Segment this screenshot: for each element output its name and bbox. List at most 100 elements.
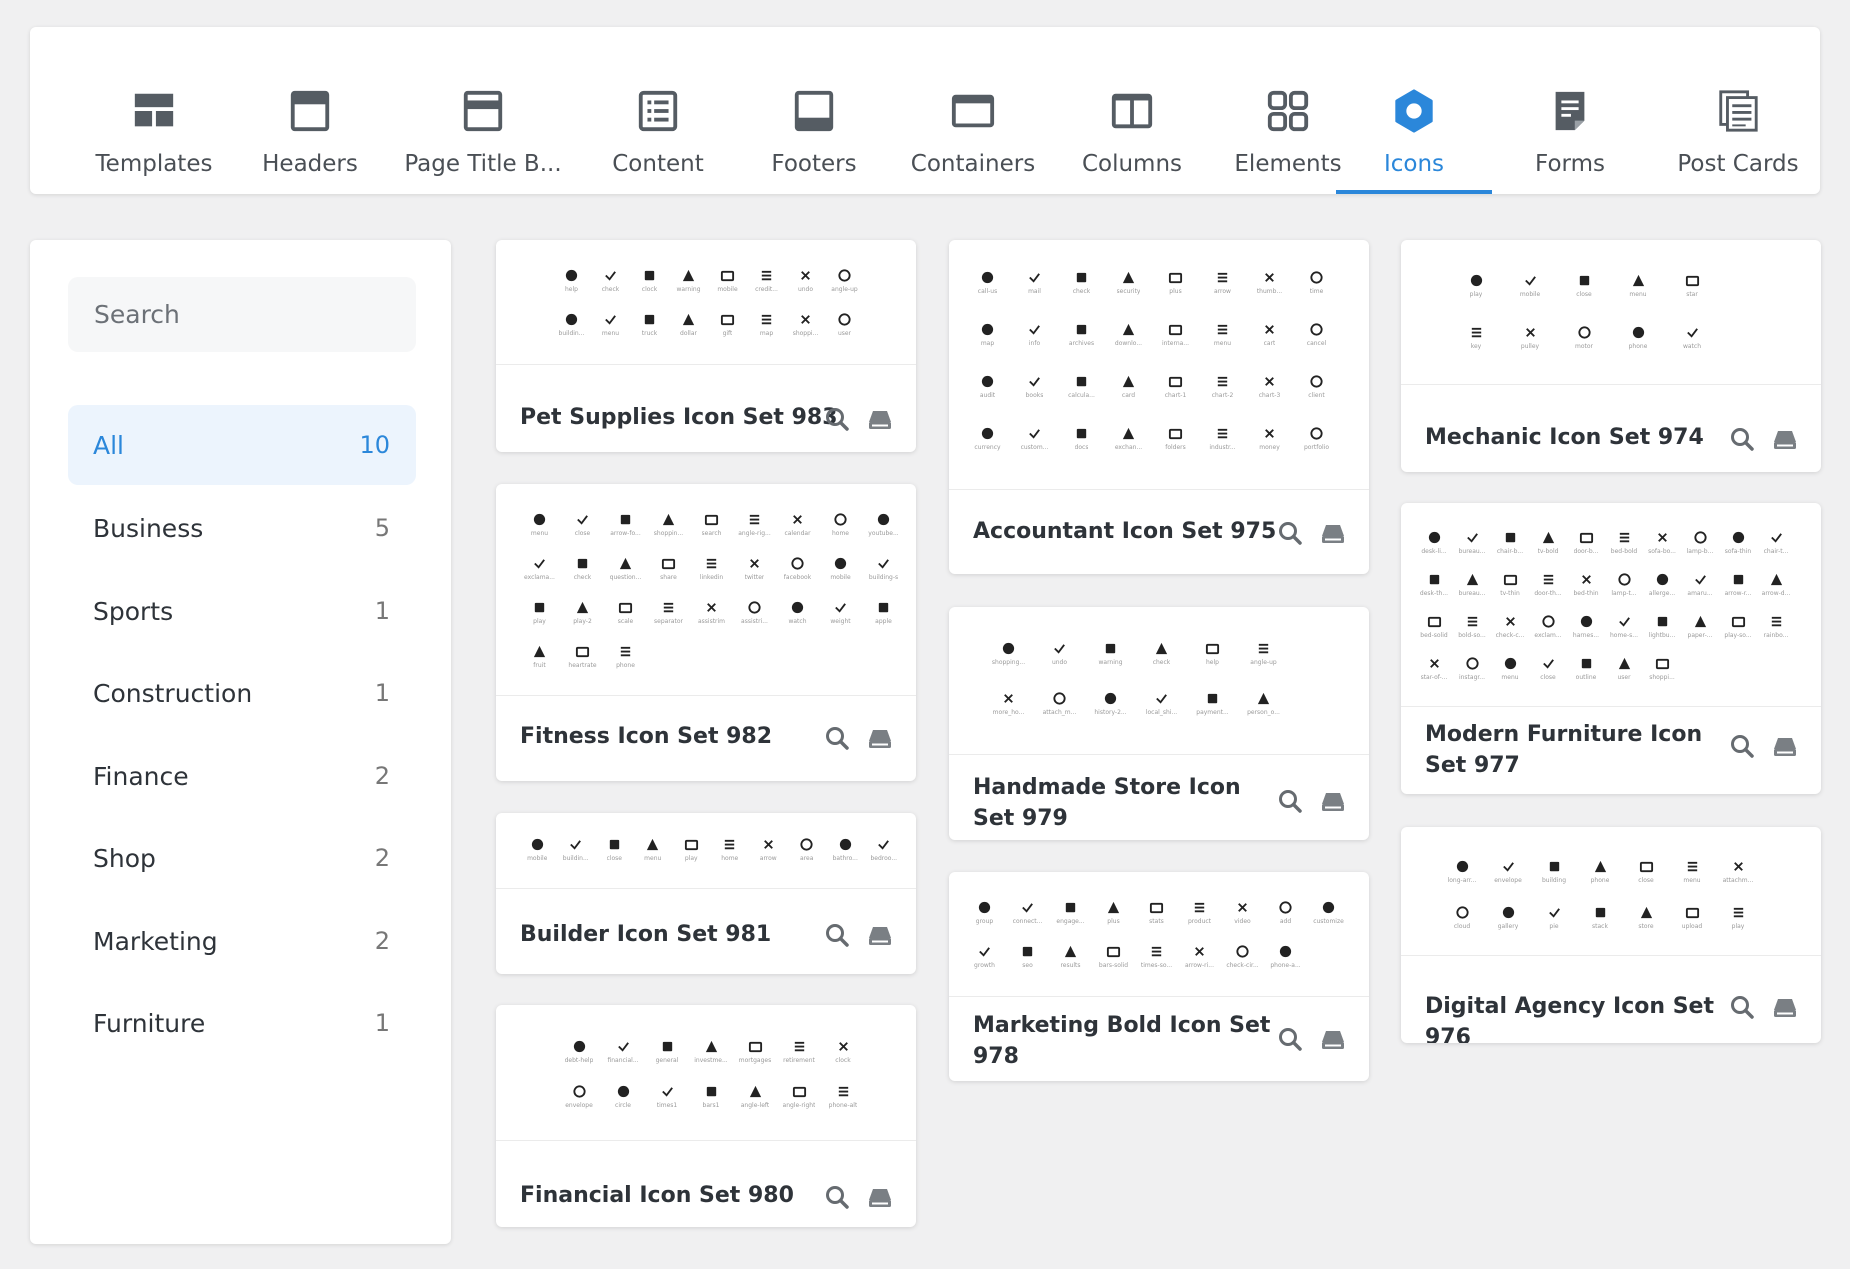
- glyph-icon: [1022, 946, 1033, 957]
- import-icon[interactable]: [1318, 1024, 1348, 1054]
- preview-glyph: phone-a...: [1264, 944, 1307, 988]
- preview-grid: desk-li... bureau... chair-b... tv-bold door…: [1415, 530, 1795, 698]
- category-marketing[interactable]: Marketing 2: [68, 901, 416, 981]
- glyph-icon: [1265, 273, 1274, 282]
- import-icon[interactable]: [865, 723, 895, 753]
- preview-search-icon[interactable]: [1275, 786, 1305, 816]
- icon-set-card-accountant[interactable]: call-us mail check security plus arrow thumb..…: [949, 240, 1369, 574]
- glyph-label: attachm...: [1722, 877, 1754, 884]
- preview-search-icon[interactable]: [1727, 731, 1757, 761]
- tab-page-title-bars[interactable]: Page Title B...: [404, 27, 562, 194]
- category-shop[interactable]: Shop 2: [68, 818, 416, 898]
- tab-containers[interactable]: Containers: [893, 27, 1053, 194]
- tab-headers[interactable]: Headers: [232, 27, 388, 194]
- import-icon[interactable]: [1770, 992, 1800, 1022]
- category-business[interactable]: Business 5: [68, 488, 416, 568]
- import-icon[interactable]: [1770, 424, 1800, 454]
- glyph-label: chart-2: [1211, 392, 1234, 399]
- glyph-icon: [565, 313, 578, 326]
- glyph-label: growth: [974, 962, 995, 969]
- icon-set-card-builder[interactable]: mobile buildin... close menu play home arrow ar…: [496, 813, 916, 974]
- glyph-icon: [1217, 428, 1228, 439]
- icon-set-card-marketing-bold[interactable]: group connect... engage... plus stats product…: [949, 872, 1369, 1081]
- glyph-label: security: [1116, 288, 1141, 295]
- glyph-label: card: [1121, 392, 1136, 399]
- tab-columns[interactable]: Columns: [1054, 27, 1210, 194]
- preview-search-icon[interactable]: [1727, 424, 1757, 454]
- glyph-icon: [1686, 328, 1698, 338]
- glyph-label: video: [1234, 918, 1251, 925]
- tab-post-cards[interactable]: Post Cards: [1650, 27, 1826, 194]
- glyph-label: payment...: [1196, 709, 1229, 716]
- glyph-icon: [565, 269, 578, 282]
- preview-search-icon[interactable]: [1727, 992, 1757, 1022]
- preview-glyph: close: [595, 837, 634, 881]
- import-icon[interactable]: [1318, 518, 1348, 548]
- preview-glyph: menu: [1611, 273, 1665, 325]
- preview-glyph: question...: [604, 556, 647, 600]
- icon-set-card-handmade-store[interactable]: shopping... undo warning check help angle-up m…: [949, 607, 1369, 840]
- preview-search-icon[interactable]: [822, 723, 852, 753]
- preview-glyph: call-us: [964, 270, 1011, 322]
- preview-search-icon[interactable]: [1275, 518, 1305, 548]
- tab-icons[interactable]: Icons: [1336, 27, 1492, 194]
- preview-glyph: payment...: [1187, 691, 1238, 741]
- preview-search-icon[interactable]: [1275, 1024, 1305, 1054]
- glyph-label: bathro...: [832, 855, 858, 862]
- glyph-label: sofa-bo...: [1648, 548, 1676, 555]
- import-icon[interactable]: [865, 920, 895, 950]
- glyph-label: harnes...: [1572, 632, 1600, 639]
- preview-glyph: arrow-ri...: [1178, 944, 1221, 988]
- glyph-label: engage...: [1056, 918, 1085, 925]
- tab-content[interactable]: Content: [580, 27, 736, 194]
- glyph-icon: [838, 269, 851, 282]
- icon-set-card-mechanic[interactable]: play mobile close menu star key pulley motor pho…: [1401, 240, 1821, 472]
- icon-set-card-digital-agency[interactable]: long-arr... envelope building phone close men…: [1401, 827, 1821, 1043]
- glyph-label: pulley: [1520, 343, 1540, 350]
- glyph-icon: [1427, 616, 1441, 628]
- tab-footers[interactable]: Footers: [736, 27, 892, 194]
- glyph-icon: [1156, 694, 1167, 704]
- category-all[interactable]: All 10: [68, 405, 416, 485]
- icon-set-card-modern-furniture[interactable]: desk-li... bureau... chair-b... tv-bold door…: [1401, 503, 1821, 794]
- import-icon[interactable]: [1770, 731, 1800, 761]
- search-input[interactable]: [68, 277, 416, 352]
- glyph-label: menu: [1501, 674, 1519, 681]
- icon-set-card-fitness[interactable]: menu close arrow-fo... shoppin... search angl…: [496, 484, 916, 781]
- preview-glyph: user: [1605, 656, 1643, 698]
- preview-search-icon[interactable]: [822, 920, 852, 950]
- glyph-icon: [1632, 326, 1644, 339]
- icon-set-card-financial[interactable]: debt-help financial... general investme... m…: [496, 1005, 916, 1227]
- glyph-icon: [800, 838, 813, 851]
- glyph-icon: [1657, 616, 1667, 627]
- glyph-label: chart-3: [1258, 392, 1281, 399]
- category-furniture[interactable]: Furniture 1: [68, 983, 416, 1063]
- preview-glyph: close: [1623, 859, 1669, 905]
- glyph-label: envelope: [565, 1102, 593, 1109]
- glyph-label: map: [759, 330, 774, 337]
- glyph-label: books: [1025, 392, 1044, 399]
- preview-glyph: angle-left: [733, 1084, 777, 1129]
- glyph-icon: [1217, 272, 1228, 283]
- glyph-icon: [1618, 617, 1630, 627]
- preview-glyph: customize: [1307, 900, 1350, 944]
- import-icon[interactable]: [1318, 786, 1348, 816]
- import-icon[interactable]: [865, 404, 895, 434]
- glyph-label: archives: [1068, 340, 1095, 347]
- category-sports[interactable]: Sports 1: [68, 571, 416, 651]
- glyph-icon: [1618, 657, 1630, 670]
- glyph-label: key: [1470, 343, 1482, 350]
- icon-set-card-pet-supplies[interactable]: help check clock warning mobile credit... undo…: [496, 240, 916, 452]
- category-finance[interactable]: Finance 2: [68, 736, 416, 816]
- import-icon[interactable]: [865, 1182, 895, 1212]
- glyph-label: facebook: [783, 574, 812, 581]
- preview-search-icon[interactable]: [822, 1182, 852, 1212]
- preview-glyph: attach_m...: [1034, 691, 1085, 741]
- preview-glyph: play: [1715, 905, 1761, 951]
- tab-templates[interactable]: Templates: [76, 27, 232, 194]
- glyph-label: retirement: [783, 1057, 815, 1064]
- tab-forms[interactable]: Forms: [1492, 27, 1648, 194]
- category-name: Finance: [93, 761, 189, 791]
- category-construction[interactable]: Construction 1: [68, 653, 416, 733]
- preview-search-icon[interactable]: [822, 404, 852, 434]
